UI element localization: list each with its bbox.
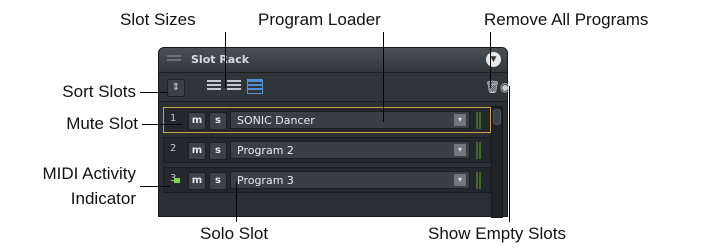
mute-slot-button[interactable]: m	[188, 142, 206, 160]
level-meter	[476, 172, 482, 189]
mute-slot-leader	[142, 124, 182, 125]
mute-slot-callout: Mute Slot	[66, 114, 138, 133]
slot-size-medium-icon[interactable]	[227, 80, 241, 93]
mute-slot-button[interactable]: m	[188, 112, 206, 130]
slot-rack-panel: Slot Rack ▼ ⇕ 🗑 ◉ 1 m s SONIC Dancer ▾ 2…	[158, 47, 510, 218]
solo-slot-button[interactable]: s	[209, 112, 227, 130]
trash-icon[interactable]: 🗑	[485, 80, 500, 94]
chevron-down-icon[interactable]: ▼	[486, 52, 501, 67]
program-loader-leader	[383, 32, 384, 122]
dropdown-arrow-icon[interactable]: ▾	[454, 144, 466, 156]
slot-row[interactable]: 3 m s Program 3 ▾	[163, 167, 491, 193]
program-loader-field[interactable]: Program 3 ▾	[230, 171, 470, 189]
midi-activity-callout-line1: MIDI Activity	[42, 164, 136, 183]
midi-activity-leader	[140, 186, 170, 187]
slot-rack-toolbar: ⇕ 🗑 ◉	[159, 73, 510, 102]
program-loader-callout: Program Loader	[258, 10, 381, 29]
solo-slot-leader	[236, 182, 237, 222]
program-loader-field[interactable]: SONIC Dancer ▾	[230, 111, 470, 129]
dropdown-arrow-icon[interactable]: ▾	[454, 114, 466, 126]
solo-slot-button[interactable]: s	[209, 142, 227, 160]
slot-row[interactable]: 1 m s SONIC Dancer ▾	[163, 107, 491, 133]
program-name: Program 2	[237, 144, 294, 157]
panel-title: Slot Rack	[191, 53, 250, 66]
slot-rack-scrollbar[interactable]	[491, 106, 503, 218]
slot-size-large-icon[interactable]	[247, 79, 263, 94]
solo-slot-button[interactable]: s	[209, 172, 227, 190]
program-name: Program 3	[237, 174, 294, 187]
scroll-thumb[interactable]	[493, 109, 501, 125]
slot-sizes-callout: Slot Sizes	[120, 10, 196, 29]
mute-slot-button[interactable]: m	[188, 172, 206, 190]
slot-sizes-leader	[225, 32, 226, 88]
slot-number: 2	[170, 143, 177, 154]
level-meter	[476, 142, 482, 159]
slot-number: 1	[170, 113, 177, 124]
panel-header: Slot Rack ▼	[159, 48, 507, 73]
show-empty-slots-callout: Show Empty Slots	[428, 224, 566, 243]
slot-row[interactable]: 2 m s Program 2 ▾	[163, 137, 491, 163]
solo-slot-callout: Solo Slot	[200, 224, 269, 243]
program-name: SONIC Dancer	[237, 114, 315, 127]
midi-activity-indicator	[174, 178, 180, 183]
midi-activity-callout-line2: Indicator	[70, 189, 136, 208]
level-meter	[476, 112, 482, 129]
grip-icon[interactable]	[167, 55, 181, 65]
slot-size-small-icon[interactable]	[207, 80, 221, 93]
show-empty-leader	[509, 86, 510, 222]
remove-all-leader	[490, 32, 491, 88]
sort-slots-leader	[140, 92, 168, 93]
sort-slots-callout: Sort Slots	[62, 82, 136, 101]
remove-all-programs-callout: Remove All Programs	[484, 10, 649, 29]
sort-slots-button[interactable]: ⇕	[167, 79, 185, 97]
program-loader-field[interactable]: Program 2 ▾	[230, 141, 470, 159]
dropdown-arrow-icon[interactable]: ▾	[454, 174, 466, 186]
